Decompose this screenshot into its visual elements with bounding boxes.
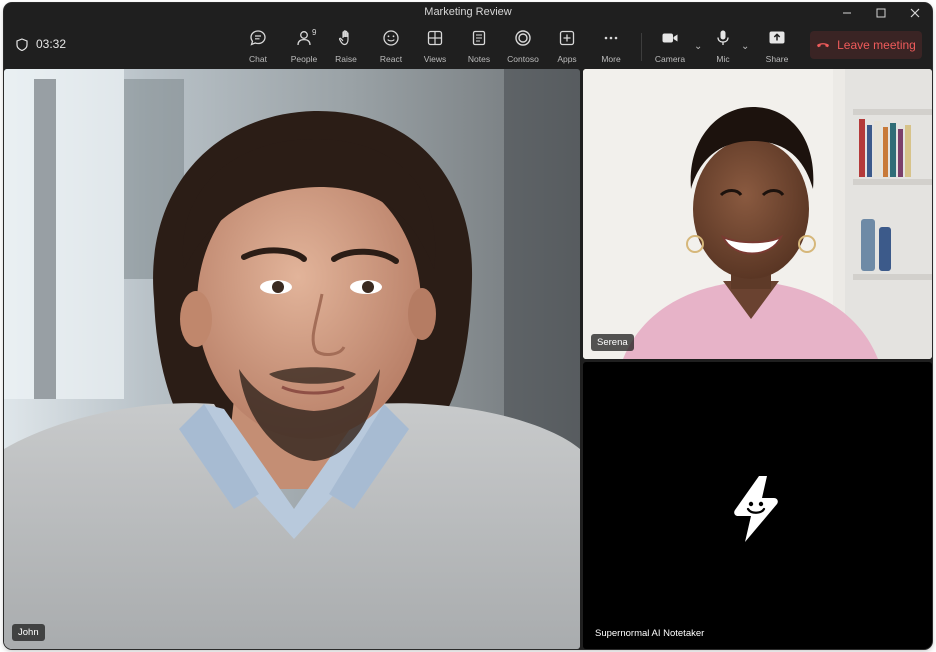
meeting-timer: 03:32 <box>16 37 66 51</box>
notes-button[interactable]: Notes <box>457 27 501 67</box>
video-stage: John Serena Supernormal AI Notetaker <box>4 69 932 649</box>
contoso-app-icon <box>515 30 531 46</box>
participant-name-notetaker: Supernormal AI Notetaker <box>595 628 705 639</box>
chat-button[interactable]: Chat <box>236 27 280 67</box>
participant-name-john: John <box>12 624 45 641</box>
timer-value: 03:32 <box>36 37 67 51</box>
people-button[interactable]: 9 People <box>282 27 326 67</box>
mic-options-chevron-icon[interactable]: ⌄ <box>741 41 749 52</box>
leave-meeting-button[interactable]: Leave meeting <box>810 31 922 59</box>
camera-icon <box>662 33 678 43</box>
microphone-icon <box>717 30 729 45</box>
mic-label: Mic <box>716 54 730 64</box>
notes-label: Notes <box>467 54 491 64</box>
more-button[interactable]: More <box>589 27 633 67</box>
apps-button[interactable]: Apps <box>545 27 589 67</box>
grid-view-icon <box>427 30 443 46</box>
camera-button[interactable]: Camera <box>648 27 692 67</box>
leave-meeting-label: Leave meeting <box>837 38 916 52</box>
title-bar: Marketing Review <box>4 3 932 23</box>
participant-video-john <box>4 69 580 649</box>
share-tray-icon <box>769 31 785 44</box>
meeting-window: Marketing Review 03:32 Chat 9 People Rai… <box>4 3 932 649</box>
more-label: More <box>601 54 621 64</box>
participant-video-serena <box>583 69 932 359</box>
minimize-icon[interactable] <box>830 3 864 23</box>
share-label: Share <box>765 54 789 64</box>
react-button[interactable]: React <box>369 27 413 67</box>
participant-name-serena: Serena <box>591 334 634 351</box>
smiley-icon <box>383 30 399 46</box>
people-count: 9 <box>312 28 317 37</box>
raise-hand-icon <box>338 30 349 46</box>
meeting-toolbar: 03:32 Chat 9 People Raise React Views No… <box>4 23 932 69</box>
window-title: Marketing Review <box>424 6 512 18</box>
more-dots-icon <box>604 36 618 40</box>
participant-tile-notetaker[interactable]: Supernormal AI Notetaker <box>583 362 932 649</box>
raise-button[interactable]: Raise <box>324 27 368 67</box>
notes-icon <box>472 30 486 46</box>
contoso-button[interactable]: Contoso <box>501 27 545 67</box>
participant-tile-john[interactable]: John <box>4 69 580 649</box>
views-button[interactable]: Views <box>413 27 457 67</box>
hang-up-phone-icon <box>817 43 830 48</box>
add-app-icon <box>559 30 575 46</box>
close-icon[interactable] <box>898 3 932 23</box>
people-icon <box>297 31 311 46</box>
share-button[interactable]: Share <box>755 27 799 67</box>
people-label: People <box>290 54 318 64</box>
react-label: React <box>379 54 403 64</box>
camera-label: Camera <box>654 54 686 64</box>
chat-label: Chat <box>249 54 267 64</box>
raise-label: Raise <box>335 54 357 64</box>
contoso-label: Contoso <box>507 54 539 64</box>
views-label: Views <box>423 54 447 64</box>
participant-tile-serena[interactable]: Serena <box>583 69 932 359</box>
toolbar-divider <box>641 33 642 61</box>
maximize-icon[interactable] <box>864 3 898 23</box>
apps-label: Apps <box>557 54 577 64</box>
shield-icon <box>16 37 28 51</box>
supernormal-logo-icon <box>734 476 778 542</box>
chat-bubble-icon <box>250 30 266 46</box>
mic-button[interactable]: Mic <box>701 27 745 67</box>
